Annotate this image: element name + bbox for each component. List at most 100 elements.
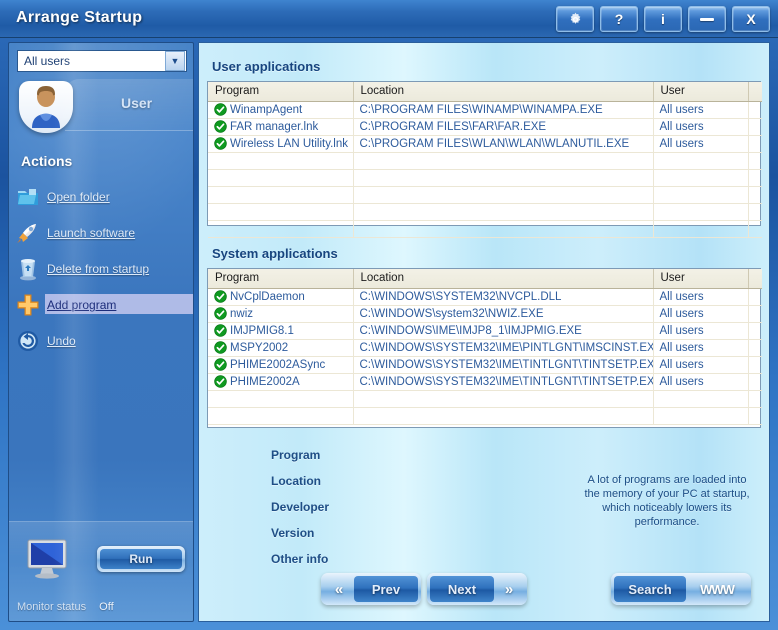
action-label: Delete from startup <box>47 262 150 276</box>
table-row-empty[interactable] <box>208 203 762 221</box>
run-button[interactable]: Run <box>97 546 185 572</box>
cell-user: All users <box>653 322 749 340</box>
cell-location: C:\WINDOWS\SYSTEM32\IME\TINTLGNT\TINTSET… <box>353 373 654 391</box>
column-header-program[interactable]: Program <box>208 82 354 102</box>
info-button[interactable]: i <box>644 6 682 32</box>
cell-location: C:\PROGRAM FILES\FAR\FAR.EXE <box>353 118 654 136</box>
user-applications-body: WinampAgent C:\PROGRAM FILES\WINAMP\WINAM… <box>208 101 762 238</box>
table-row[interactable]: nwiz C:\WINDOWS\system32\NWIZ.EXE All user… <box>208 305 762 323</box>
user-select[interactable]: All users ▼ <box>17 50 187 72</box>
question-icon: ? <box>614 11 624 27</box>
gear-icon <box>570 12 580 24</box>
monitor-icon <box>25 538 71 585</box>
table-row-empty[interactable] <box>208 152 762 170</box>
table-row[interactable]: Wireless LAN Utility.lnk C:\PROGRAM FILES… <box>208 135 762 153</box>
table-row-empty[interactable] <box>208 186 762 204</box>
cell-program: NvCplDaemon <box>208 288 354 306</box>
action-launch-software[interactable]: Launch software <box>9 215 193 251</box>
action-delete-from-startup[interactable]: Delete from startup <box>9 251 193 287</box>
detail-label-program: Program <box>271 448 321 462</box>
detail-label-location: Location <box>271 474 321 488</box>
cell-user: All users <box>653 339 749 357</box>
cell-location: C:\WINDOWS\SYSTEM32\NVCPL.DLL <box>353 288 654 306</box>
cell-empty <box>353 152 654 170</box>
cell-empty <box>748 390 762 408</box>
cell-empty <box>748 169 762 187</box>
cell-empty <box>208 152 354 170</box>
cell-user: All users <box>653 356 749 374</box>
monitor-status-label: Monitor status <box>17 601 87 613</box>
cell-empty <box>208 390 354 408</box>
cell-spacer <box>748 356 762 374</box>
table-row[interactable]: NvCplDaemon C:\WINDOWS\SYSTEM32\NVCPL.DLL… <box>208 288 762 306</box>
close-button[interactable]: X <box>732 6 770 32</box>
detail-labels: Program Location Developer Version Other… <box>271 448 329 578</box>
cell-empty <box>748 407 762 425</box>
action-add-program[interactable]: Add program <box>9 287 193 323</box>
system-applications-table[interactable]: Program Location User NvCplDaemon C:\WIND… <box>207 268 762 428</box>
table-row-empty[interactable] <box>208 220 762 238</box>
user-applications-list: Program Location User WinampAgent C:\PROG… <box>208 82 762 238</box>
monitor-status: Monitor status Off <box>17 601 114 613</box>
chevron-right-icon: » <box>504 580 514 598</box>
column-header-user[interactable]: User <box>653 82 749 102</box>
cell-user: All users <box>653 305 749 323</box>
cell-user: All users <box>653 101 749 119</box>
cell-spacer <box>748 118 762 136</box>
cell-empty <box>653 203 749 221</box>
minimize-icon <box>700 17 714 21</box>
green-check-icon <box>214 324 227 337</box>
column-header-program[interactable]: Program <box>208 269 354 289</box>
action-undo[interactable]: Undo <box>9 323 193 359</box>
table-row-empty[interactable] <box>208 407 762 425</box>
cell-empty <box>748 220 762 238</box>
settings-button[interactable] <box>556 6 594 32</box>
recycle-bin-icon <box>9 257 47 281</box>
cell-spacer <box>748 288 762 306</box>
cell-spacer <box>748 101 762 119</box>
run-button-label: Run <box>100 549 182 569</box>
cell-spacer <box>748 339 762 357</box>
title-bar-buttons: ? i X <box>556 6 770 32</box>
table-row[interactable]: PHIME2002A C:\WINDOWS\SYSTEM32\IME\TINTLG… <box>208 373 762 391</box>
sidebar: All users ▼ User Actions Open folder Lau… <box>8 42 194 622</box>
green-check-icon <box>214 341 227 354</box>
cell-location: C:\WINDOWS\SYSTEM32\IME\PINTLGNT\IMSCINS… <box>353 339 654 357</box>
minimize-button[interactable] <box>688 6 726 32</box>
column-header-location[interactable]: Location <box>353 269 654 289</box>
user-applications-title: User applications <box>212 59 321 74</box>
monitor-status-value: Off <box>99 601 114 613</box>
system-applications-body: NvCplDaemon C:\WINDOWS\SYSTEM32\NVCPL.DLL… <box>208 288 762 425</box>
column-header-location[interactable]: Location <box>353 82 654 102</box>
action-open-folder[interactable]: Open folder <box>9 179 193 215</box>
detail-label-version: Version <box>271 526 315 540</box>
column-header-user[interactable]: User <box>653 269 749 289</box>
prev-button[interactable]: « Prev <box>321 573 421 605</box>
chevron-down-icon[interactable]: ▼ <box>165 51 185 71</box>
cell-empty <box>653 407 749 425</box>
search-button-label: Search <box>614 576 686 602</box>
help-button[interactable]: ? <box>600 6 638 32</box>
user-label: User <box>121 95 153 111</box>
action-label: Open folder <box>47 190 110 204</box>
table-row[interactable]: WinampAgent C:\PROGRAM FILES\WINAMP\WINAM… <box>208 101 762 119</box>
next-button[interactable]: Next » <box>427 573 527 605</box>
green-check-icon <box>214 103 227 116</box>
table-row[interactable]: PHIME2002ASync C:\WINDOWS\SYSTEM32\IME\TI… <box>208 356 762 374</box>
user-applications-table[interactable]: Program Location User WinampAgent C:\PROG… <box>207 81 762 238</box>
search-button[interactable]: Search WWW <box>611 573 751 605</box>
cell-user: All users <box>653 373 749 391</box>
table-row[interactable]: IMJPMIG8.1 C:\WINDOWS\IME\IMJP8_1\IMJPMIG… <box>208 322 762 340</box>
table-row[interactable]: MSPY2002 C:\WINDOWS\SYSTEM32\IME\PINTLGNT… <box>208 339 762 357</box>
avatar <box>19 81 73 133</box>
cell-empty <box>208 407 354 425</box>
table-row[interactable]: FAR manager.lnk C:\PROGRAM FILES\FAR\FAR.… <box>208 118 762 136</box>
close-icon: X <box>746 11 756 27</box>
chevron-left-icon: « <box>334 580 344 598</box>
table-row-empty[interactable] <box>208 169 762 187</box>
main-panel: User applications Program Location User … <box>198 42 770 622</box>
table-row-empty[interactable] <box>208 390 762 408</box>
folder-icon <box>9 187 47 207</box>
cell-program: IMJPMIG8.1 <box>208 322 354 340</box>
cell-location: C:\PROGRAM FILES\WLAN\WLAN\WLANUTIL.EXE <box>353 135 654 153</box>
